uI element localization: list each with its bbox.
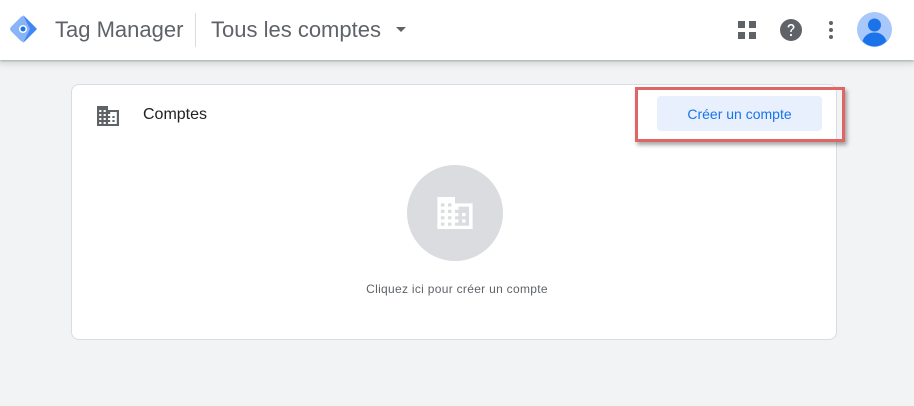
card-title: Comptes <box>143 106 208 123</box>
empty-state-text[interactable]: Cliquez ici pour créer un compte <box>0 282 914 296</box>
account-switcher-label: Tous les comptes <box>211 17 381 42</box>
help-icon <box>780 19 802 41</box>
dropdown-arrow-icon <box>395 27 406 32</box>
building-icon <box>437 197 473 229</box>
building-icon <box>97 106 119 126</box>
more-options-button[interactable] <box>815 14 847 46</box>
top-app-bar: Tag Manager Tous les comptes <box>0 0 914 60</box>
tag-manager-logo-icon[interactable] <box>6 12 40 46</box>
apps-grid-icon <box>738 21 756 39</box>
product-name: Tag Manager <box>55 17 184 42</box>
apps-button[interactable] <box>731 14 763 46</box>
avatar-icon[interactable] <box>857 12 892 47</box>
help-button[interactable] <box>775 14 807 46</box>
header-divider <box>195 13 196 47</box>
empty-state-button[interactable] <box>407 165 503 261</box>
more-vert-icon <box>829 21 833 39</box>
create-account-button[interactable]: Créer un compte <box>657 96 822 131</box>
account-switcher[interactable]: Tous les comptes <box>211 14 407 46</box>
